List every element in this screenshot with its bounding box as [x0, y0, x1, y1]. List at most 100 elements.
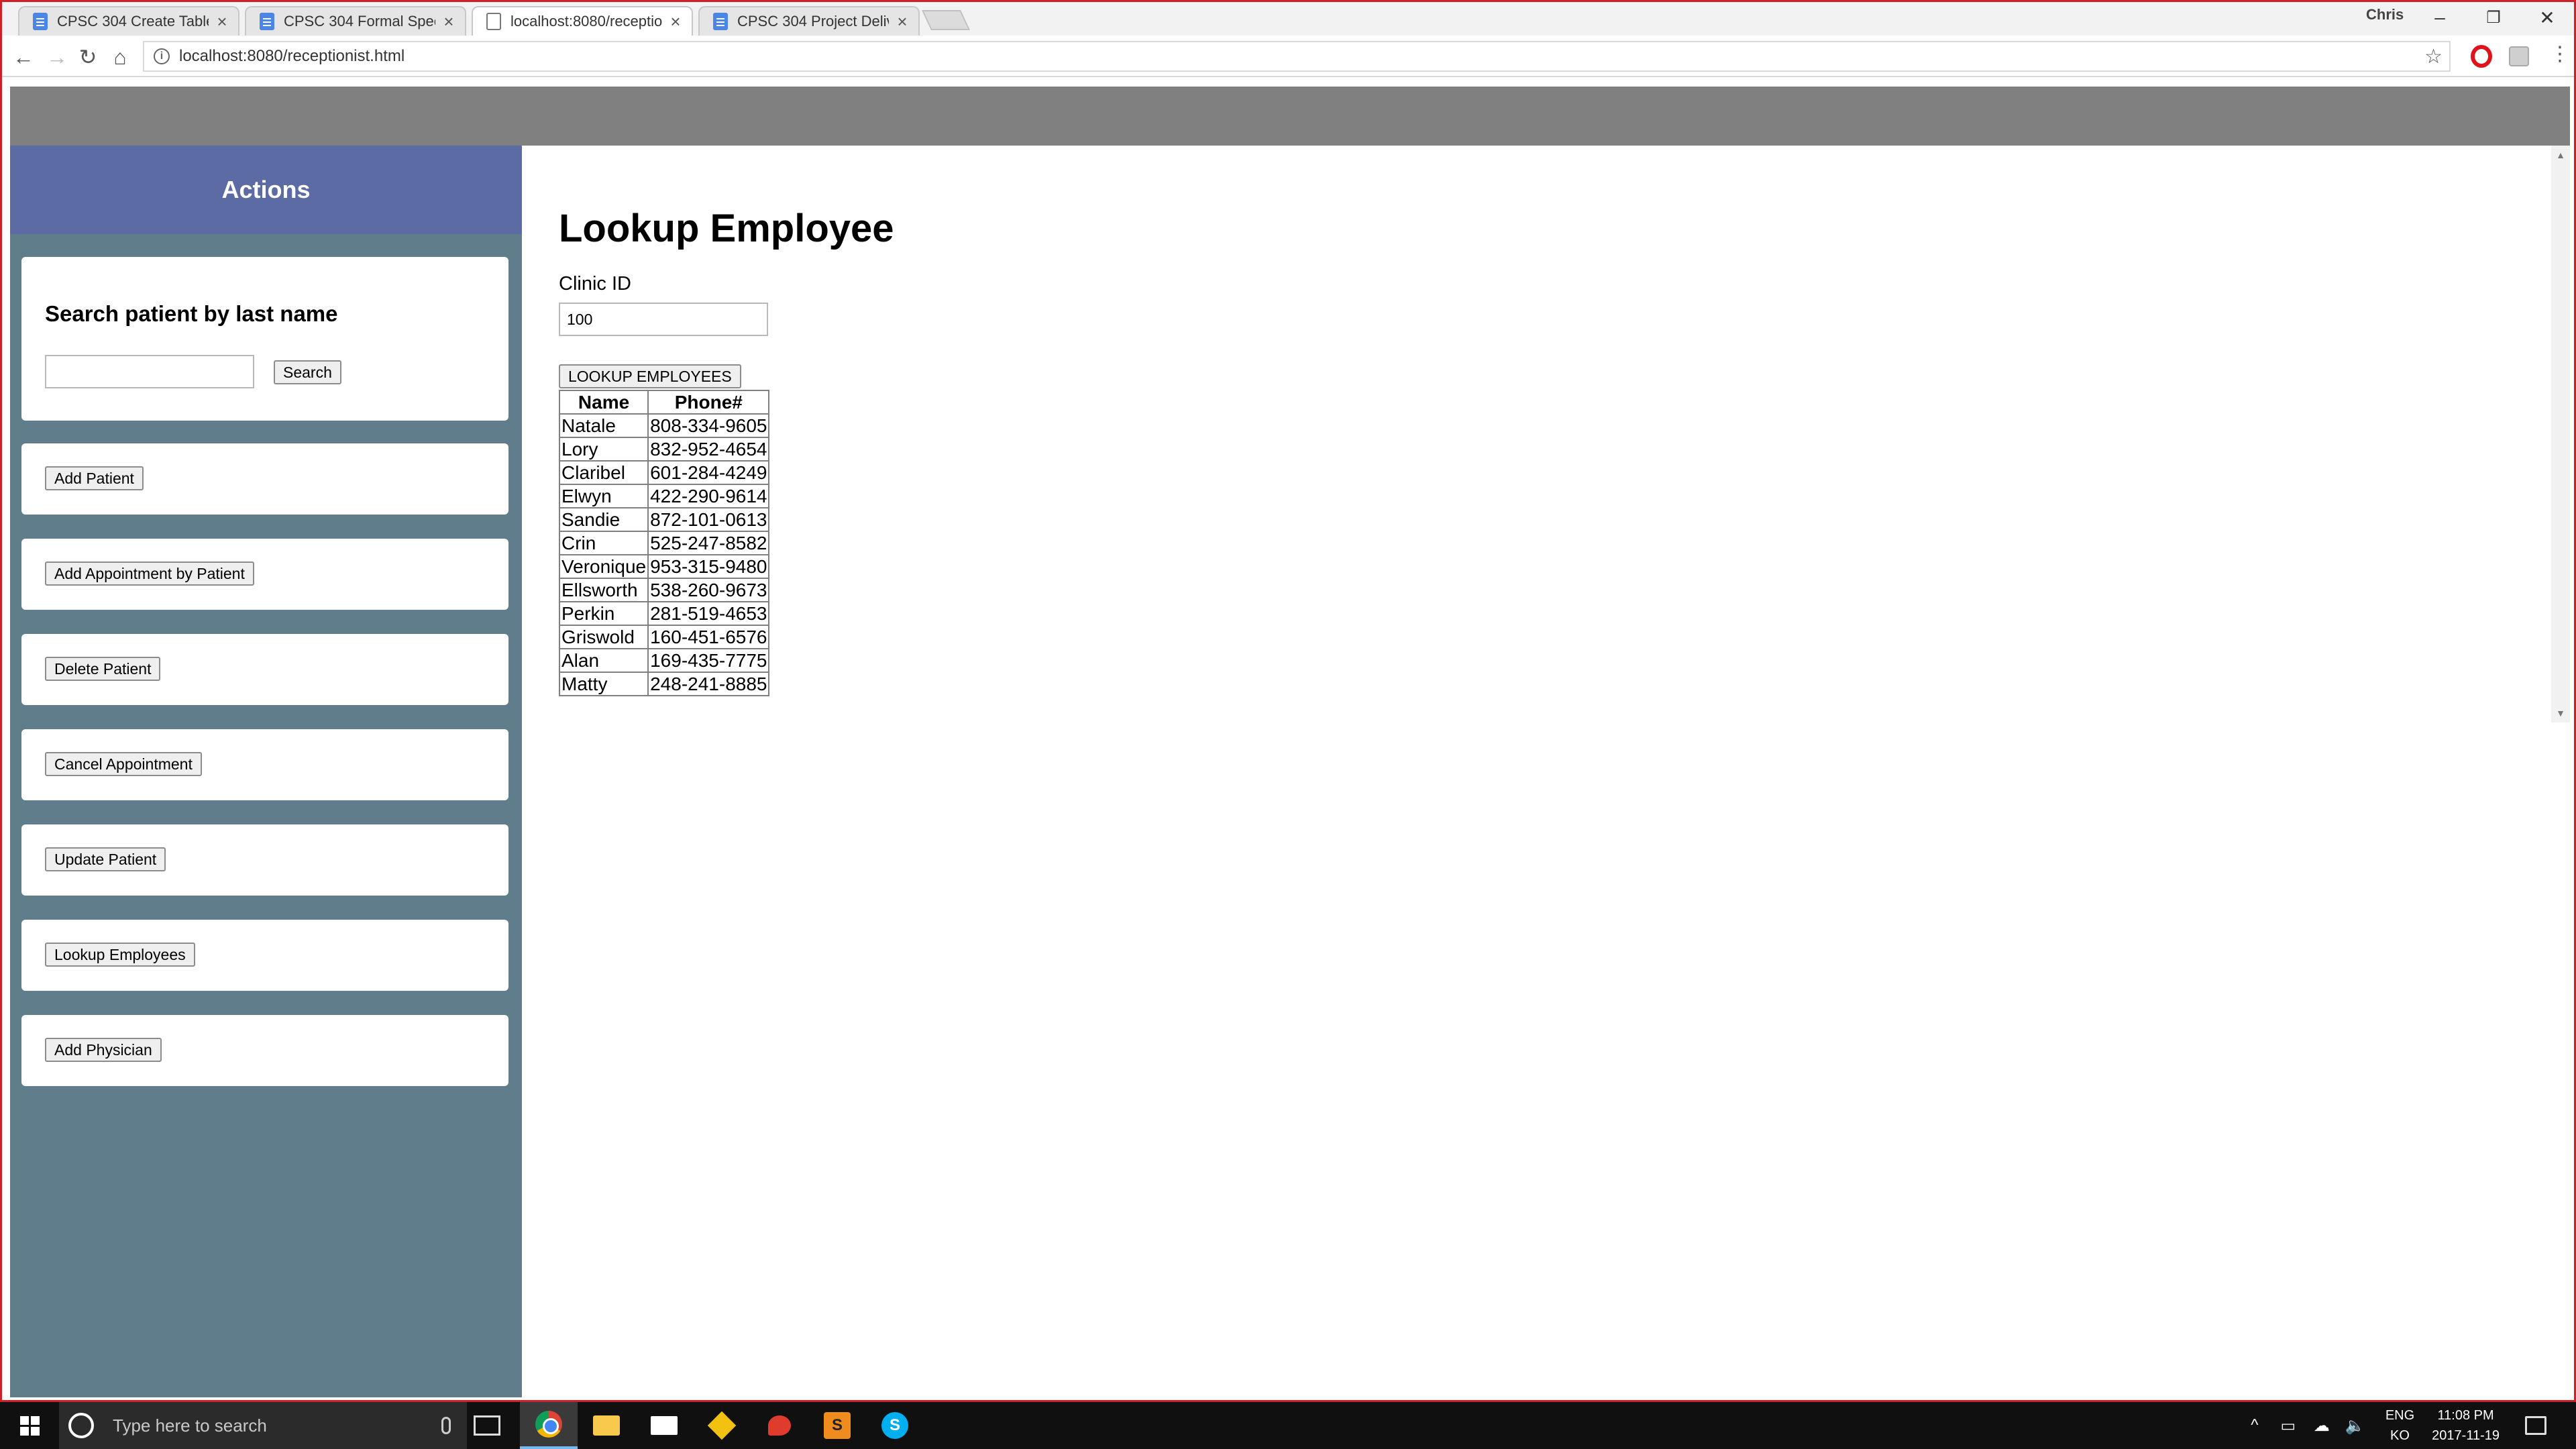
employee-name: Elwyn	[558, 484, 649, 508]
scroll-down-icon[interactable]: ▼	[2551, 704, 2570, 722]
sidebar-title: Actions	[10, 146, 522, 234]
table-row: Perkin 281-519-4653	[558, 601, 770, 626]
employee-phone: 422-290-9614	[647, 484, 770, 508]
search-button[interactable]: Search	[274, 360, 341, 384]
mail-taskbar-app[interactable]	[635, 1402, 693, 1449]
table-row: Lory 832-952-4654	[558, 437, 770, 462]
mail-icon	[651, 1416, 678, 1435]
table-row: Matty 248-241-8885	[558, 672, 770, 696]
close-icon[interactable]: ×	[441, 11, 457, 32]
update-patient-card: Update Patient	[21, 824, 508, 896]
search-title: Search patient by last name	[45, 301, 338, 326]
add-patient-button[interactable]: Add Patient	[45, 466, 144, 490]
cancel-appointment-button[interactable]: Cancel Appointment	[45, 752, 202, 776]
taskbar-search-placeholder: Type here to search	[113, 1415, 267, 1436]
language-indicator[interactable]: ENG KO	[2385, 1405, 2414, 1446]
main-content: Lookup Employee Clinic ID LOOKUP EMPLOYE…	[522, 146, 2570, 1397]
close-icon[interactable]: ×	[894, 11, 910, 32]
employee-phone: 953-315-9480	[647, 554, 770, 579]
menu-icon[interactable]: ⋮	[2550, 42, 2570, 66]
cloud-icon[interactable]: ☁	[2310, 1414, 2333, 1437]
table-row: Veronique 953-315-9480	[558, 554, 770, 579]
chrome-taskbar-app[interactable]	[520, 1402, 578, 1449]
table-row: Griswold 160-451-6576	[558, 625, 770, 649]
system-tray: ^ ▭ ☁ 🔈 ENG KO 11:08 PM 2017-11-19	[2238, 1402, 2576, 1449]
employee-phone: 832-952-4654	[647, 437, 770, 462]
git-taskbar-app[interactable]	[693, 1402, 751, 1449]
skype-taskbar-app[interactable]: S	[866, 1402, 924, 1449]
tab-project-deliverable[interactable]: CPSC 304 Project Deliver ×	[698, 6, 920, 36]
info-icon[interactable]: i	[154, 48, 170, 64]
task-view-icon[interactable]	[474, 1415, 500, 1436]
close-icon[interactable]: ×	[667, 11, 684, 32]
language-bottom: KO	[2390, 1428, 2410, 1443]
restore-icon[interactable]: ❐	[2467, 2, 2520, 33]
folder-icon	[593, 1415, 620, 1436]
employee-name: Griswold	[558, 625, 649, 649]
chrome-icon	[535, 1411, 562, 1438]
scroll-up-icon[interactable]: ▲	[2551, 146, 2570, 164]
clinic-id-input[interactable]	[559, 303, 768, 336]
extension-icon[interactable]	[2509, 46, 2529, 66]
explorer-taskbar-app[interactable]	[578, 1402, 635, 1449]
update-patient-button[interactable]: Update Patient	[45, 847, 166, 871]
employee-phone: 601-284-4249	[647, 460, 770, 485]
browser-toolbar: ← → ↻ ⌂ i localhost:8080/receptionist.ht…	[2, 36, 2574, 77]
sublime-taskbar-app[interactable]: S	[808, 1402, 866, 1449]
table-row: Crin 525-247-8582	[558, 531, 770, 555]
employee-phone: 808-334-9605	[647, 413, 770, 438]
close-icon[interactable]: ×	[214, 11, 230, 32]
skype-icon: S	[881, 1412, 908, 1439]
web-page: Actions Search patient by last name Sear…	[10, 87, 2570, 1397]
reload-icon[interactable]: ↻	[74, 44, 101, 70]
add-physician-button[interactable]: Add Physician	[45, 1038, 162, 1062]
network-icon[interactable]: ▭	[2277, 1414, 2300, 1437]
delete-patient-button[interactable]: Delete Patient	[45, 657, 161, 681]
employee-name: Alan	[558, 648, 649, 673]
volume-icon[interactable]: 🔈	[2344, 1414, 2367, 1437]
employee-phone: 525-247-8582	[647, 531, 770, 555]
add-patient-card: Add Patient	[21, 443, 508, 515]
opera-extension-icon[interactable]	[2471, 45, 2492, 68]
home-icon[interactable]: ⌂	[107, 44, 133, 70]
page-header	[10, 87, 2570, 146]
add-physician-card: Add Physician	[21, 1015, 508, 1086]
minimize-icon[interactable]: –	[2413, 2, 2467, 33]
employee-phone: 160-451-6576	[647, 625, 770, 649]
microphone-icon[interactable]	[441, 1417, 451, 1434]
tab-create-table[interactable]: CPSC 304 Create Table Q ×	[18, 6, 239, 36]
page-title: Lookup Employee	[559, 207, 894, 250]
page-icon	[486, 13, 501, 30]
search-input[interactable]	[45, 355, 254, 388]
start-button[interactable]	[0, 1402, 59, 1449]
browser-window: CPSC 304 Create Table Q × CPSC 304 Forma…	[0, 0, 2576, 1402]
employee-name: Natale	[558, 413, 649, 438]
star-icon[interactable]: ☆	[2424, 45, 2443, 68]
new-tab-button[interactable]	[922, 10, 970, 30]
close-window-icon[interactable]: ✕	[2520, 2, 2574, 33]
tab-formal-spec[interactable]: CPSC 304 Formal Spec - ×	[245, 6, 466, 36]
employee-name: Perkin	[558, 601, 649, 626]
search-card: Search patient by last name Search	[21, 257, 508, 421]
table-row: Ellsworth 538-260-9673	[558, 578, 770, 602]
forward-icon[interactable]: →	[44, 44, 70, 70]
profile-name[interactable]: Chris	[2366, 6, 2404, 23]
page-scrollbar[interactable]: ▲ ▼	[2551, 146, 2570, 722]
notification-icon[interactable]	[2525, 1416, 2546, 1435]
lookup-employees-card: Lookup Employees	[21, 920, 508, 991]
column-header-name: Name	[558, 390, 649, 415]
address-text: localhost:8080/receptionist.html	[179, 47, 405, 65]
back-icon[interactable]: ←	[10, 44, 37, 70]
tab-receptionist[interactable]: localhost:8080/reception ×	[472, 6, 693, 36]
taskbar-search[interactable]: Type here to search	[59, 1402, 467, 1449]
lookup-employees-nav-button[interactable]: Lookup Employees	[45, 943, 195, 967]
employee-name: Sandie	[558, 507, 649, 532]
chevron-up-icon[interactable]: ^	[2243, 1414, 2266, 1437]
address-bar[interactable]: i localhost:8080/receptionist.html ☆	[143, 41, 2451, 72]
docs-icon	[260, 13, 274, 30]
employee-name: Ellsworth	[558, 578, 649, 602]
lookup-employees-button[interactable]: LOOKUP EMPLOYEES	[559, 364, 741, 388]
add-appointment-button[interactable]: Add Appointment by Patient	[45, 561, 254, 586]
clock[interactable]: 11:08 PM 2017-11-19	[2432, 1405, 2500, 1446]
app-taskbar-app[interactable]	[751, 1402, 808, 1449]
